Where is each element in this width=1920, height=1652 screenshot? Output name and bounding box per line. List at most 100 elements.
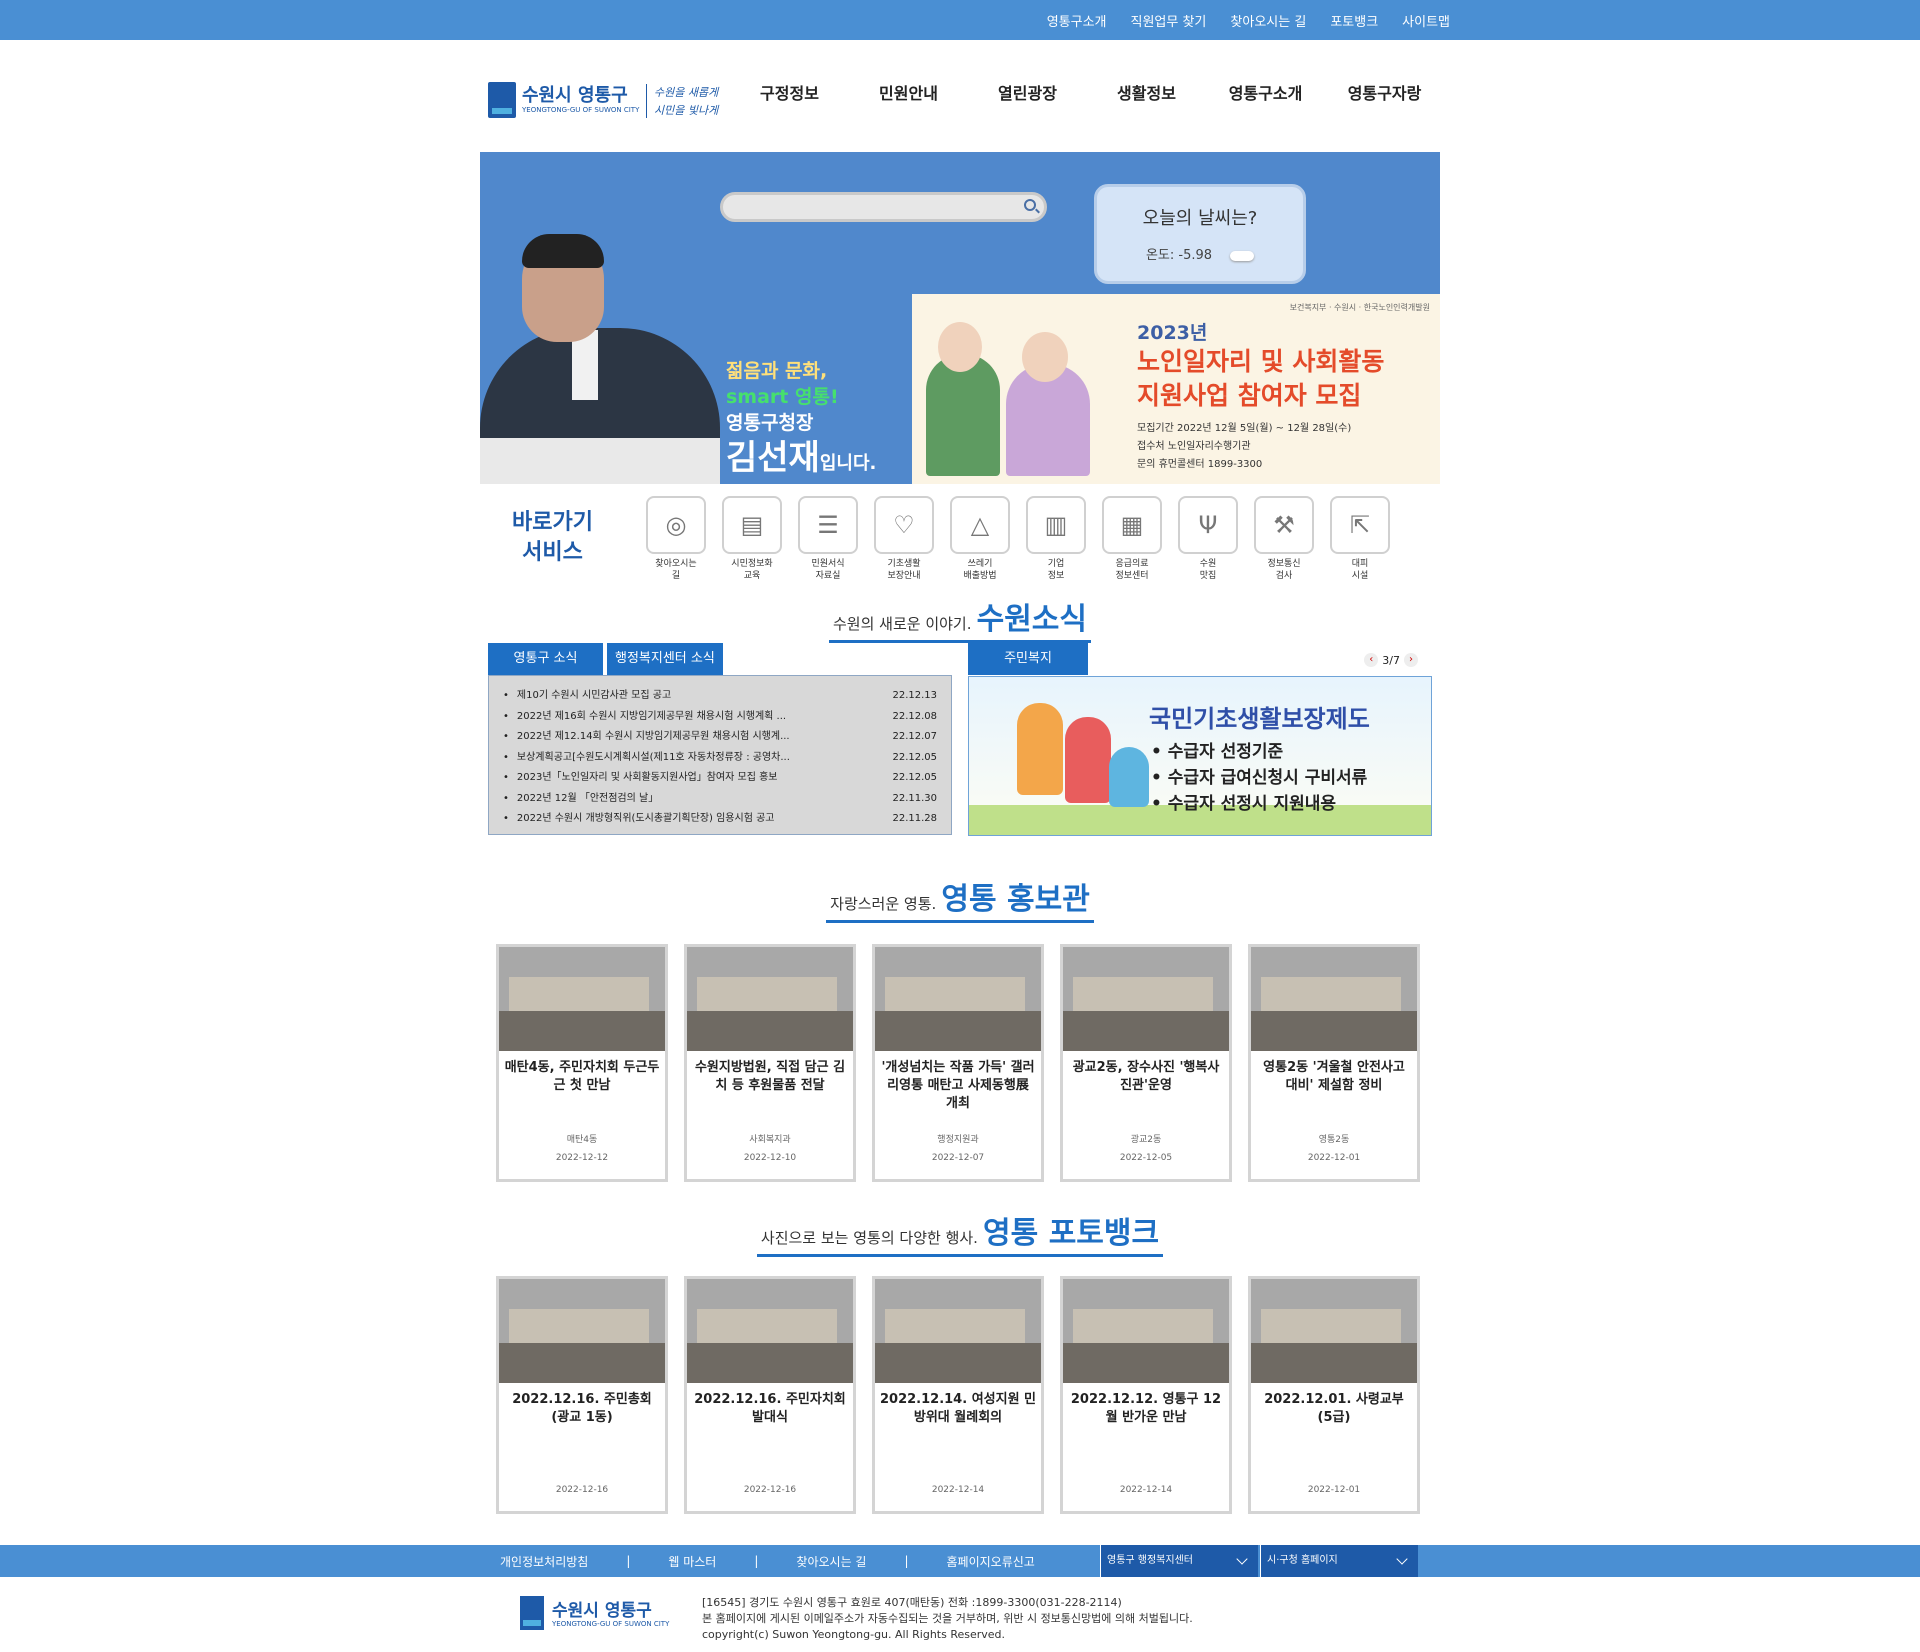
promo-card[interactable]: 매탄4동, 주민자치회 두근두근 첫 만남 매탄4동 2022-12-12: [496, 944, 668, 1182]
promo-photo: [1251, 947, 1417, 1051]
footer-link-privacy[interactable]: 개인정보처리방침: [500, 1553, 588, 1570]
list-item[interactable]: 보상계획공고[수원도시계획시설(제11호 자동차정류장 : 공영차...22.1…: [503, 748, 937, 769]
promo-photo: [875, 947, 1041, 1051]
promo-card[interactable]: 수원지방법원, 직접 담근 김치 등 후원물품 전달 사회복지과 2022-12-1…: [684, 944, 856, 1182]
news-board: 영통구 소식 행정복지센터 소식 제10기 수원시 시민감사관 모집 공고22.…: [488, 643, 952, 835]
event-photo: [1063, 1279, 1229, 1383]
city-emblem-icon: [520, 1596, 544, 1630]
cloud-icon: [1230, 250, 1255, 261]
footer-address: [16545] 경기도 수원시 영통구 효원로 407(매탄동) 전화 :189…: [702, 1596, 1122, 1609]
mayor-photo: [480, 232, 720, 484]
greeting-line-3: 영통구청장: [726, 412, 814, 434]
promo-banner[interactable]: 보건복지부 · 수원시 · 한국노인인력개발원 2023년 노인일자리 및 사회…: [912, 294, 1440, 484]
clipboard-icon: ☰: [798, 496, 858, 554]
footer-notice: 본 홈페이지에 게시된 이메일주소가 자동수집되는 것을 거부하며, 위반 시 …: [702, 1612, 1193, 1625]
next-arrow-icon[interactable]: ›: [1404, 653, 1418, 667]
weather-temp: 온도: -5.98: [1145, 248, 1213, 263]
promo-card[interactable]: 영통2동 '겨울철 안전사고 대비' 제설함 정비 영통2동 2022-12-01: [1248, 944, 1420, 1182]
site-logo[interactable]: 수원시 영통구 YEONGTONG-GU OF SUWON CITY 수원을 새…: [488, 80, 723, 120]
banner-org-logos: 보건복지부 · 수원시 · 한국노인인력개발원: [1289, 303, 1430, 312]
footer-copyright: copyright(c) Suwon Yeongtong-gu. All Rig…: [702, 1628, 1006, 1641]
quick-item-telecom[interactable]: ⚒ 정보통신 검사: [1246, 496, 1322, 582]
welfare-item: • 수급자 선정기준: [1151, 742, 1284, 762]
footer-bar: 개인정보처리방침 | 웹 마스터 | 찾아오시는 길 | 홈페이지오류신고 영통…: [0, 1545, 1920, 1577]
top-link-staff[interactable]: 직원업무 찾기: [1131, 11, 1207, 30]
logo-divider: [646, 84, 647, 118]
top-link-directions[interactable]: 찾아오시는 길: [1230, 11, 1306, 30]
quick-item-directions[interactable]: ◎ 찾아오시는 길: [638, 496, 714, 582]
promo-card[interactable]: '개성넘치는 작품 가득' 갤러리영통 매탄고 사제동행展 개최 행정지원과 202…: [872, 944, 1044, 1182]
promo-card[interactable]: 광교2동, 장수사진 '행복사진관'운영 광교2동 2022-12-05: [1060, 944, 1232, 1182]
list-item[interactable]: 2022년 12월 「안전점검의 날」22.11.30: [503, 789, 937, 810]
quick-links-title: 바로가기 서비스: [512, 510, 593, 565]
page-indicator: 3/7: [1382, 653, 1400, 667]
footer-link-directions[interactable]: 찾아오시는 길: [796, 1553, 866, 1570]
top-link-photobank[interactable]: 포토뱅크: [1330, 11, 1378, 30]
list-item[interactable]: 2023년「노인일자리 및 사회활동지원사업」참여자 모집 홍보22.12.05: [503, 768, 937, 789]
tab-welfare[interactable]: 주민복지: [968, 643, 1088, 675]
list-item[interactable]: 2022년 수원시 개방형직위(도시총괄기획단장) 임용시험 공고22.11.2…: [503, 809, 937, 830]
city-site-select[interactable]: 시·구청 홈페이지: [1260, 1545, 1418, 1577]
weather-widget: 오늘의 날씨는? 온도: -5.98: [1094, 184, 1306, 284]
quick-item-waste[interactable]: △ 쓰레기 배출방법: [942, 496, 1018, 582]
top-link-sitemap[interactable]: 사이트맵: [1402, 11, 1450, 30]
search-icon[interactable]: [1024, 199, 1036, 211]
promo-photo: [499, 947, 665, 1051]
promo-section-title: 자랑스러운 영통. 영통 홍보관: [480, 874, 1440, 923]
footer-link-webmaster[interactable]: 웹 마스터: [668, 1553, 716, 1570]
nav-item-pride[interactable]: 영통구자랑: [1325, 80, 1444, 104]
photo-card[interactable]: 2022.12.14. 여성지원 민방위대 월례회의 2022-12-14: [872, 1276, 1044, 1514]
tab-district-news[interactable]: 영통구 소식: [488, 643, 603, 675]
banner-info-period: 모집기간 2022년 12월 5일(월) ~ 12월 28일(수): [1137, 423, 1352, 434]
trash-bag-icon: △: [950, 496, 1010, 554]
nav-item-living-info[interactable]: 생활정보: [1087, 80, 1206, 104]
nav-item-civil-service[interactable]: 민원안내: [849, 80, 968, 104]
top-links: 영통구소개 직원업무 찾기 찾아오시는 길 포토뱅크 사이트맵: [1023, 0, 1450, 40]
quick-item-business[interactable]: ▥ 기업 정보: [1018, 496, 1094, 582]
event-photo: [1251, 1279, 1417, 1383]
running-exit-icon: ⇱: [1330, 496, 1390, 554]
quick-links: 바로가기 서비스 ◎ 찾아오시는 길 ▤ 시민정보화 교육 ☰ 민원서식 자료실 ♡ 기초생활 보…: [480, 494, 1440, 590]
banner-title-2: 지원사업 참여자 모집: [1137, 381, 1362, 410]
list-item[interactable]: 2022년 제12.14회 수원시 지방임기제공무원 채용시험 시행계...22…: [503, 727, 937, 748]
prev-arrow-icon[interactable]: ‹: [1364, 653, 1379, 667]
list-item[interactable]: 2022년 제16회 수원시 지방임기제공무원 채용시험 시행계획 ...22.…: [503, 707, 937, 728]
building-icon: ▥: [1026, 496, 1086, 554]
greeting-line-2: smart 영통!: [726, 386, 839, 408]
hospital-icon: ▦: [1102, 496, 1162, 554]
photo-card[interactable]: 2022.12.12. 영통구 12월 반가운 만남 2022-12-14: [1060, 1276, 1232, 1514]
site-header: 수원시 영통구 YEONGTONG-GU OF SUWON CITY 수원을 새…: [480, 40, 1440, 152]
banner-year: 2023년: [1137, 322, 1208, 344]
photo-card[interactable]: 2022.12.16. 주민총회 (광교 1동) 2022-12-16: [496, 1276, 668, 1514]
nav-item-district-info[interactable]: 구정정보: [730, 80, 849, 104]
photo-card[interactable]: 2022.12.16. 주민자치회 발대식 2022-12-16: [684, 1276, 856, 1514]
welfare-pager: ‹ 3/7 ›: [1360, 653, 1422, 667]
news-section-title: 수원의 새로운 이야기. 수원소식: [480, 594, 1440, 643]
welfare-banner[interactable]: 국민기초생활보장제도 • 수급자 선정기준 • 수급자 급여신청시 구비서류 •…: [968, 676, 1432, 836]
list-item[interactable]: 제10기 수원시 시민감사관 모집 공고22.12.13: [503, 686, 937, 707]
hero-visual: 오늘의 날씨는? 온도: -5.98 젊음과 문화, smart 영통! 영통구…: [480, 152, 1440, 484]
compass-icon: ◎: [646, 496, 706, 554]
quick-item-emergency[interactable]: ▦ 응급의료 정보센터: [1094, 496, 1170, 582]
quick-item-it-education[interactable]: ▤ 시민정보화 교육: [714, 496, 790, 582]
photo-cards: 2022.12.16. 주민총회 (광교 1동) 2022-12-16 2022.…: [496, 1276, 1436, 1514]
logo-slogan-2: 시민을 빛나게: [654, 104, 719, 117]
photo-card[interactable]: 2022.12.01. 사령교부 (5급) 2022-12-01: [1248, 1276, 1420, 1514]
quick-item-restaurants[interactable]: Ψ 수원 맛집: [1170, 496, 1246, 582]
nav-item-open-square[interactable]: 열린광장: [968, 80, 1087, 104]
quick-item-welfare[interactable]: ♡ 기초생활 보장안내: [866, 496, 942, 582]
quick-item-shelter[interactable]: ⇱ 대피 시설: [1322, 496, 1398, 582]
event-photo: [875, 1279, 1041, 1383]
main-nav: 구정정보 민원안내 열린광장 생활정보 영통구소개 영통구자랑: [730, 80, 1444, 104]
footer-info: [16545] 경기도 수원시 영통구 효원로 407(매탄동) 전화 :189…: [702, 1595, 1193, 1643]
nav-item-about[interactable]: 영통구소개: [1206, 80, 1325, 104]
search-input[interactable]: [720, 192, 1047, 222]
tab-center-news[interactable]: 행정복지센터 소식: [607, 643, 723, 675]
heart-icon: ♡: [874, 496, 934, 554]
center-select[interactable]: 영통구 행정복지센터: [1100, 1545, 1258, 1577]
footer-link-error-report[interactable]: 홈페이지오류신고: [947, 1553, 1035, 1570]
top-link-intro[interactable]: 영통구소개: [1047, 11, 1107, 30]
welfare-item: • 수급자 선정시 지원내용: [1151, 794, 1337, 814]
greeting-line-1: 젊음과 문화,: [726, 360, 828, 382]
quick-item-forms[interactable]: ☰ 민원서식 자료실: [790, 496, 866, 582]
